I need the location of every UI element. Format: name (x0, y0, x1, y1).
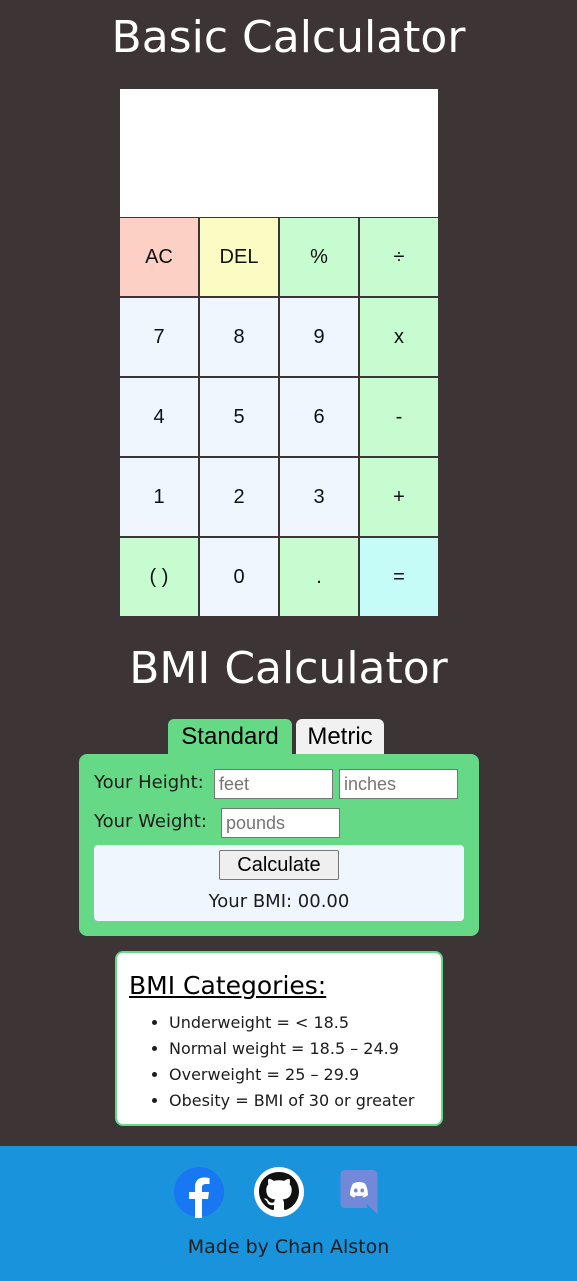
key-18[interactable]: . (279, 537, 359, 617)
key-1[interactable]: DEL (199, 217, 279, 297)
calculator-title: Basic Calculator (111, 12, 466, 63)
key-7[interactable]: x (359, 297, 439, 377)
key-5[interactable]: 8 (199, 297, 279, 377)
bmi-result: Your BMI: 00.00 (208, 891, 350, 912)
categories-list: Underweight = < 18.5 Normal weight = 18.… (169, 1012, 414, 1116)
bmi-categories: BMI Categories: Underweight = < 18.5 Nor… (115, 951, 443, 1126)
discord-icon[interactable] (333, 1166, 385, 1218)
facebook-icon[interactable] (173, 1166, 225, 1218)
key-11[interactable]: - (359, 377, 439, 457)
bmi-title: BMI Calculator (129, 643, 448, 694)
feet-input[interactable] (214, 769, 333, 799)
key-14[interactable]: 3 (279, 457, 359, 537)
tab-standard[interactable]: Standard (168, 719, 292, 755)
key-8[interactable]: 4 (119, 377, 199, 457)
footer: Made by Chan Alston (0, 1146, 577, 1281)
key-19[interactable]: = (359, 537, 439, 617)
pounds-input[interactable] (221, 808, 340, 838)
key-17[interactable]: 0 (199, 537, 279, 617)
footer-credit: Made by Chan Alston (187, 1236, 390, 1258)
result-box: Calculate Your BMI: 00.00 (94, 845, 464, 921)
key-13[interactable]: 2 (199, 457, 279, 537)
calculate-button[interactable]: Calculate (219, 850, 339, 880)
categories-title: BMI Categories: (129, 971, 327, 1000)
key-4[interactable]: 7 (119, 297, 199, 377)
key-0[interactable]: AC (119, 217, 199, 297)
calculator-display (120, 89, 438, 217)
category-item: Overweight = 25 – 29.9 (169, 1064, 414, 1090)
inches-input[interactable] (339, 769, 458, 799)
category-item: Obesity = BMI of 30 or greater (169, 1090, 414, 1116)
key-6[interactable]: 9 (279, 297, 359, 377)
height-label: Your Height: (94, 772, 204, 793)
key-12[interactable]: 1 (119, 457, 199, 537)
calculator-keypad: AC DEL% ÷ 7 8 9 x 4 5 6- 1 2 3 + ( ) 0. = (119, 217, 439, 618)
bmi-form: Your Height: Your Weight: Calculate Your… (79, 754, 479, 936)
key-10[interactable]: 6 (279, 377, 359, 457)
key-9[interactable]: 5 (199, 377, 279, 457)
key-16[interactable]: ( ) (119, 537, 199, 617)
key-15[interactable]: + (359, 457, 439, 537)
key-2[interactable]: % (279, 217, 359, 297)
calculator: AC DEL% ÷ 7 8 9 x 4 5 6- 1 2 3 + ( ) 0. = (119, 89, 439, 618)
github-icon[interactable] (253, 1166, 305, 1218)
category-item: Underweight = < 18.5 (169, 1012, 414, 1038)
category-item: Normal weight = 18.5 – 24.9 (169, 1038, 414, 1064)
tab-metric[interactable]: Metric (296, 719, 384, 755)
weight-label: Your Weight: (94, 811, 207, 832)
key-3[interactable]: ÷ (359, 217, 439, 297)
